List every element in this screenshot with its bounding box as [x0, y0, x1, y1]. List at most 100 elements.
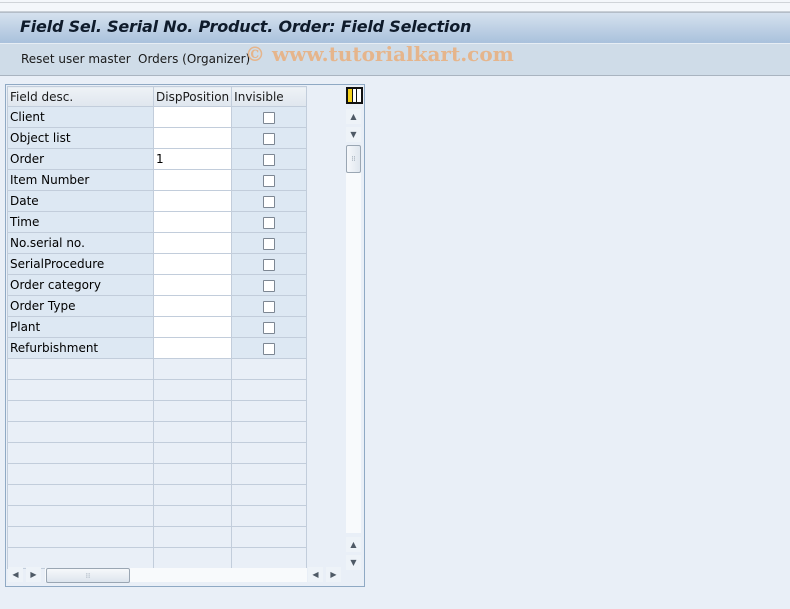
empty-row	[7, 442, 308, 464]
invisible-checkbox[interactable]	[263, 132, 276, 145]
invisible-cell	[231, 337, 308, 359]
table-row: Item Number	[7, 169, 308, 191]
table-row: Plant	[7, 316, 308, 338]
empty-cell	[7, 547, 154, 569]
empty-cell	[152, 421, 233, 443]
horizontal-scrollbar[interactable]: ◀ ▶ ⁞⁞ ◀ ▶	[7, 567, 342, 583]
scroll-right-icon[interactable]: ▶	[26, 567, 41, 582]
invisible-checkbox[interactable]	[263, 153, 276, 166]
application-toolbar: Reset user master Orders (Organizer) © w…	[0, 42, 790, 76]
empty-row	[7, 526, 308, 548]
page-title: Field Sel. Serial No. Product. Order: Fi…	[20, 17, 472, 36]
invisible-cell	[231, 274, 308, 296]
empty-cell	[152, 505, 233, 527]
field-desc-cell: Client	[7, 106, 154, 128]
horizontal-scroll-thumb[interactable]: ⁞⁞	[46, 568, 130, 583]
empty-cell	[152, 463, 233, 485]
disp-position-input[interactable]	[152, 232, 233, 254]
scroll-fixed-right-icon[interactable]: ▶	[326, 567, 341, 582]
top-strip	[0, 0, 790, 12]
grid-header-row: Field desc. DispPosition Invisible	[7, 86, 308, 107]
empty-row	[7, 484, 308, 506]
invisible-checkbox[interactable]	[263, 111, 276, 124]
invisible-checkbox[interactable]	[263, 321, 276, 334]
empty-cell	[7, 463, 154, 485]
invisible-cell	[231, 169, 308, 191]
scroll-down-icon[interactable]: ▼	[346, 127, 361, 142]
field-desc-cell: No.serial no.	[7, 232, 154, 254]
empty-row	[7, 505, 308, 527]
column-header-disp-position[interactable]: DispPosition	[152, 86, 233, 107]
title-bar: Field Sel. Serial No. Product. Order: Fi…	[0, 12, 790, 43]
empty-cell	[152, 358, 233, 380]
disp-position-input[interactable]	[152, 169, 233, 191]
invisible-checkbox[interactable]	[263, 258, 276, 271]
empty-cell	[152, 400, 233, 422]
field-desc-cell: Order Type	[7, 295, 154, 317]
disp-position-input[interactable]	[152, 190, 233, 212]
vertical-scroll-track[interactable]	[346, 145, 361, 533]
invisible-checkbox[interactable]	[263, 279, 276, 292]
empty-row	[7, 358, 308, 380]
table-row: Order Type	[7, 295, 308, 317]
invisible-checkbox[interactable]	[263, 237, 276, 250]
field-desc-cell: Item Number	[7, 169, 154, 191]
field-desc-cell: Plant	[7, 316, 154, 338]
empty-cell	[231, 358, 308, 380]
vertical-scroll-thumb[interactable]: ⁞⁞	[346, 145, 361, 173]
empty-row	[7, 463, 308, 485]
empty-cell	[231, 505, 308, 527]
table-row: Object list	[7, 127, 308, 149]
invisible-cell	[231, 148, 308, 170]
disp-position-input[interactable]	[152, 316, 233, 338]
field-desc-cell: Object list	[7, 127, 154, 149]
empty-row	[7, 400, 308, 422]
scroll-page-up-icon[interactable]: ▲	[346, 537, 361, 552]
disp-position-input[interactable]	[152, 127, 233, 149]
disp-position-input[interactable]: 1	[152, 148, 233, 170]
invisible-cell	[231, 316, 308, 338]
empty-cell	[7, 421, 154, 443]
disp-position-input[interactable]	[152, 295, 233, 317]
invisible-checkbox[interactable]	[263, 342, 276, 355]
invisible-checkbox[interactable]	[263, 195, 276, 208]
column-header-field-desc[interactable]: Field desc.	[7, 86, 154, 107]
field-desc-cell: SerialProcedure	[7, 253, 154, 275]
table-row: No.serial no.	[7, 232, 308, 254]
field-desc-cell: Time	[7, 211, 154, 233]
disp-position-input[interactable]	[152, 211, 233, 233]
column-header-invisible[interactable]: Invisible	[231, 86, 308, 107]
field-desc-cell: Date	[7, 190, 154, 212]
empty-cell	[231, 463, 308, 485]
table-row: Refurbishment	[7, 337, 308, 359]
field-desc-cell: Order category	[7, 274, 154, 296]
table-row: Client	[7, 106, 308, 128]
empty-cell	[7, 379, 154, 401]
disp-position-input[interactable]	[152, 337, 233, 359]
invisible-checkbox[interactable]	[263, 216, 276, 229]
disp-position-input[interactable]	[152, 253, 233, 275]
invisible-checkbox[interactable]	[263, 174, 276, 187]
disp-position-input[interactable]	[152, 106, 233, 128]
vertical-scrollbar[interactable]: ▲ ▼ ⁞⁞ ▲ ▼	[346, 109, 361, 570]
column-settings-icon[interactable]	[346, 87, 363, 104]
scroll-fixed-left-icon[interactable]: ◀	[308, 567, 323, 582]
empty-cell	[7, 358, 154, 380]
field-selection-grid: Field desc. DispPosition Invisible Clien…	[5, 84, 365, 587]
field-desc-cell: Order	[7, 148, 154, 170]
invisible-cell	[231, 232, 308, 254]
scroll-up-icon[interactable]: ▲	[346, 109, 361, 124]
scroll-left-icon[interactable]: ◀	[8, 567, 23, 582]
table-row: Order 1	[7, 148, 308, 170]
invisible-cell	[231, 106, 308, 128]
empty-cell	[7, 526, 154, 548]
invisible-checkbox[interactable]	[263, 300, 276, 313]
empty-cell	[152, 484, 233, 506]
reset-user-master-button[interactable]: Reset user master	[21, 52, 131, 66]
empty-cell	[231, 421, 308, 443]
scroll-page-down-icon[interactable]: ▼	[346, 555, 361, 570]
orders-organizer-button[interactable]: Orders (Organizer)	[138, 52, 250, 66]
empty-cell	[231, 484, 308, 506]
empty-cell	[231, 526, 308, 548]
disp-position-input[interactable]	[152, 274, 233, 296]
